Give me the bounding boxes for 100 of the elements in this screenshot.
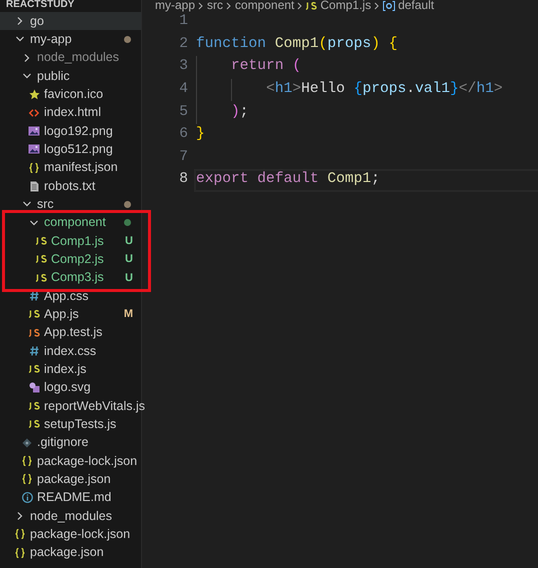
item-label: package.json [37, 471, 112, 488]
code-brackets-icon [29, 108, 39, 117]
braces-icon [22, 456, 32, 466]
file-item[interactable]: setupTests.js [0, 415, 141, 434]
explorer-title: REACTSTUDY [5, 0, 76, 12]
item-label: node_modules [30, 508, 114, 525]
folder-item[interactable]: my-app [0, 30, 141, 49]
file-item[interactable]: .gitignore [0, 434, 141, 452]
js-file-icon [28, 420, 40, 428]
indent-guide [231, 78, 232, 102]
file-item[interactable]: favicon.ico [0, 85, 141, 104]
item-label: go [30, 12, 45, 30]
file-item[interactable]: package.json [0, 470, 141, 489]
image-icon [28, 126, 40, 136]
item-label: setupTests.js [44, 416, 118, 434]
chevron-down-icon [29, 218, 39, 228]
git-status: U [125, 234, 133, 249]
item-label: logo192.png [44, 122, 114, 140]
breadcrumb[interactable]: my-app [155, 0, 196, 11]
folder-item[interactable]: public [0, 66, 141, 86]
folder-item[interactable]: go [0, 12, 141, 30]
folder-item[interactable]: component [0, 214, 141, 232]
file-item[interactable]: Comp1.js U [0, 232, 141, 250]
breadcrumb[interactable]: component [235, 0, 294, 11]
item-label: package.json [30, 544, 105, 562]
diamond-icon [22, 438, 32, 448]
code-line: function Comp1(props) { [196, 34, 398, 54]
item-label: my-app [30, 31, 73, 48]
item-label: Comp3.js [51, 269, 105, 286]
braces-icon [29, 162, 39, 173]
hash-icon [30, 291, 38, 302]
star-icon [28, 88, 40, 100]
line-number: 4 [178, 80, 189, 100]
document-icon [30, 180, 38, 192]
item-label: favicon.ico [44, 86, 104, 104]
js-file-icon [36, 274, 46, 282]
item-label: logo512.png [44, 141, 114, 158]
item-label: Comp1.js [51, 232, 105, 250]
item-label: index.js [44, 361, 88, 378]
breadcrumb[interactable]: default [383, 0, 434, 11]
image-icon [28, 144, 40, 154]
line-number: 8 [178, 170, 189, 190]
file-item[interactable]: App.test.js [0, 324, 141, 342]
js-file-icon [36, 237, 46, 246]
git-status: U [125, 270, 133, 286]
item-label: manifest.json [44, 159, 119, 176]
file-item[interactable]: logo512.png [0, 140, 141, 159]
info-icon [22, 492, 32, 504]
chevron-right-icon [15, 16, 25, 26]
breadcrumb[interactable]: src [207, 0, 224, 11]
file-item[interactable]: package-lock.json [0, 525, 141, 544]
item-label: logo.svg [44, 379, 92, 396]
item-label: App.css [44, 288, 90, 305]
chevron-right-icon [22, 52, 32, 63]
git-status: U [125, 252, 133, 268]
file-item[interactable]: logo.svg [0, 378, 141, 397]
file-item[interactable]: index.html [0, 104, 141, 122]
js-file-icon [306, 2, 318, 10]
item-label: package-lock.json [37, 452, 138, 470]
file-item[interactable]: Comp2.js U [0, 250, 141, 269]
file-item[interactable]: App.js M [0, 305, 141, 324]
file-item[interactable]: package-lock.json [0, 452, 141, 470]
code-line: return ( [231, 57, 302, 76]
chevron-right-icon [374, 2, 380, 10]
file-item[interactable]: manifest.json [0, 158, 141, 177]
line-number: 7 [178, 148, 189, 167]
item-label: reportWebVitals.js [44, 398, 145, 415]
file-item[interactable]: README.md [0, 488, 141, 507]
folder-item[interactable]: node_modules [0, 506, 141, 526]
chevron-right-icon [226, 2, 232, 10]
item-label: public [37, 68, 71, 85]
code-line: export default Comp1; [196, 170, 380, 190]
file-item[interactable]: Comp3.js U [0, 268, 141, 287]
line-number: 5 [178, 102, 189, 122]
js-file-icon [28, 328, 40, 337]
file-item[interactable]: logo192.png [0, 122, 141, 140]
folder-item[interactable]: node_modules [0, 48, 141, 67]
braces-icon [15, 529, 25, 540]
file-item[interactable]: package.json [0, 544, 141, 562]
file-item[interactable]: index.css [0, 342, 141, 360]
item-label: Comp2.js [51, 251, 105, 268]
item-label: App.test.js [44, 324, 104, 342]
code-line: } [196, 125, 205, 144]
line-number: 6 [178, 125, 189, 144]
folder-item[interactable]: src [0, 195, 141, 214]
item-label: .gitignore [37, 434, 90, 452]
item-label: README.md [37, 489, 112, 506]
item-label: component [44, 214, 107, 232]
file-item[interactable]: App.css [0, 286, 141, 306]
breadcrumb[interactable]: Comp1.js [306, 0, 372, 11]
item-label: src [37, 196, 55, 214]
js-file-icon [28, 365, 40, 374]
code-line: <h1>Hello {props.val1}</h1> [266, 80, 503, 100]
file-item[interactable]: index.js [0, 360, 141, 379]
js-file-icon [28, 402, 40, 410]
item-label: index.html [44, 104, 102, 122]
item-label: robots.txt [44, 178, 96, 195]
braces-icon [15, 548, 25, 558]
item-label: package-lock.json [30, 526, 132, 543]
file-item[interactable]: robots.txt [0, 176, 141, 196]
